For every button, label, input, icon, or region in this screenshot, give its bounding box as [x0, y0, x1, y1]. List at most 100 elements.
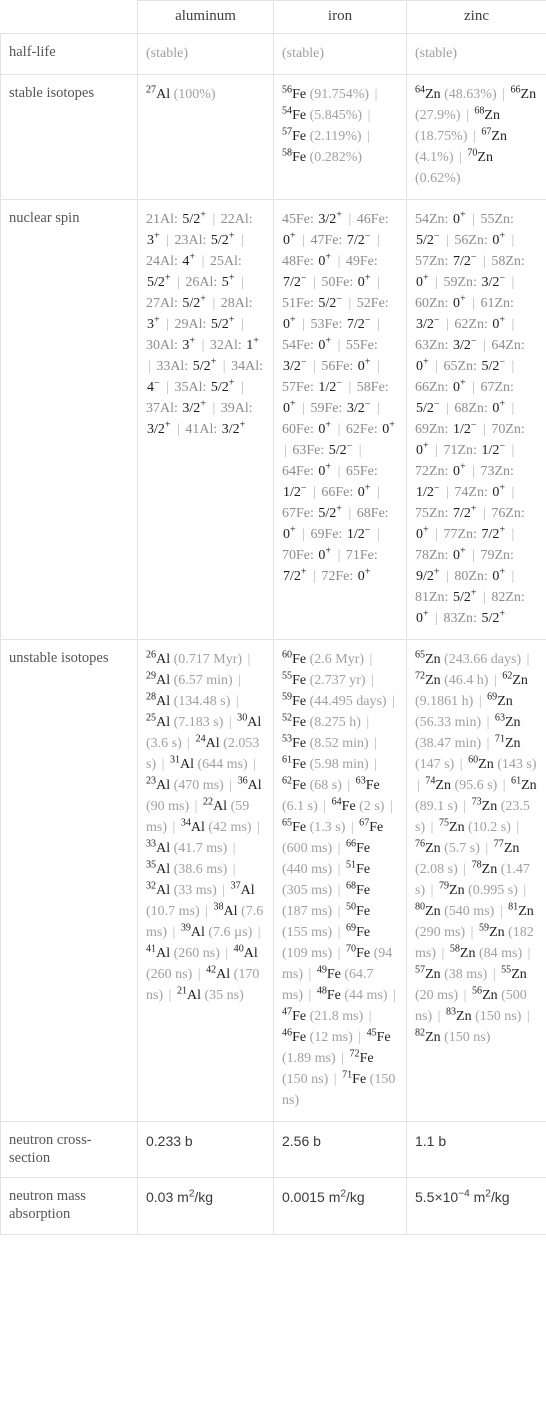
nuclear-spin-value: 3+: [147, 230, 160, 248]
isotope-token: 58Fe: [282, 148, 306, 165]
isotope-token: 51Fe: [346, 860, 370, 877]
isotope-symbol: Zn:: [468, 233, 488, 248]
isotope-mass-number: 47: [282, 1006, 293, 1018]
nuclear-spin-value: 0+: [318, 461, 332, 479]
item-separator: |: [485, 841, 489, 856]
isotope-mass-number: 35: [146, 859, 157, 871]
item-separator: |: [313, 569, 316, 584]
item-separator: |: [337, 338, 341, 353]
isotope-symbol: Al: [156, 715, 171, 730]
isotope-token: 52Fe:: [357, 296, 389, 311]
isotope-mass-number: 78: [415, 548, 429, 563]
isotope-symbol: Fe:: [359, 422, 378, 437]
item-separator: |: [371, 673, 374, 688]
isotope-value: (10.7 ms): [146, 904, 200, 919]
isotope-value: (46.4 h): [444, 673, 489, 688]
cell-half-life-zinc: (stable): [406, 33, 546, 75]
isotope-token: 67Fe:: [282, 506, 314, 521]
isotope-token: 79Zn: [439, 881, 465, 898]
isotope-token: 67Zn: [481, 126, 507, 144]
isotope-value: (5.98 min): [309, 757, 369, 772]
isotope-value: (48.63%): [444, 87, 497, 102]
nuclear-spin-value: 5/2+: [452, 587, 477, 605]
isotope-token: 37Al:: [146, 401, 178, 416]
item-separator: |: [348, 212, 352, 227]
isotope-symbol: Fe:: [335, 569, 354, 584]
isotope-value: (12 ms): [309, 1030, 353, 1045]
isotope-token: 48Fe: [317, 986, 341, 1003]
isotope-mass-number: 60: [282, 649, 293, 661]
isotope-mass-number: 68: [345, 880, 357, 892]
isotope-value: (5.845%): [309, 108, 363, 123]
isotope-mass-number: 81: [415, 590, 429, 605]
cell-nuclear-spin-zinc: 54Zn: 0+ | 55Zn: 5/2− | 56Zn: 0+ | 57Zn:…: [406, 199, 546, 640]
isotope-token: 66Zn: [510, 85, 536, 102]
isotope-token: 61Zn:: [480, 296, 513, 311]
nuclear-spin-value: 0+: [283, 524, 296, 542]
isotope-symbol: Fe:: [324, 233, 343, 248]
isotope-mass-number: 55: [480, 212, 495, 227]
nuclear-spin-value: 0+: [318, 545, 332, 563]
isotope-value: (9.1861 h): [415, 694, 474, 709]
isotope-mass-number: 28: [146, 691, 157, 703]
isotope-symbol: Zn:: [494, 296, 514, 311]
item-separator: |: [459, 150, 462, 165]
item-separator: |: [358, 443, 362, 458]
item-separator: |: [323, 799, 327, 814]
isotope-token: 73Zn: [472, 797, 498, 814]
isotope-token: 81Zn: [508, 902, 534, 919]
cell-stable-isotopes-aluminum: 27Al (100%): [137, 74, 274, 200]
item-separator: |: [313, 359, 316, 374]
isotope-symbol: Fe:: [296, 212, 314, 227]
isotope-symbol: Zn: [477, 150, 493, 165]
isotope-symbol: Al: [243, 946, 258, 961]
isotope-mass-number: 61: [282, 754, 293, 766]
isotope-mass-number: 54: [282, 105, 293, 117]
item-separator: |: [483, 338, 486, 353]
item-separator: |: [247, 652, 251, 667]
isotope-token: 35Al: [146, 859, 170, 877]
isotope-symbol: Fe:: [306, 443, 325, 458]
isotope-mass-number: 61: [480, 296, 495, 311]
isotope-mass-number: 47: [310, 233, 325, 248]
cell-nuclear-spin-aluminum: 21Al: 5/2+ | 22Al: 3+ | 23Al: 5/2+ | 24A…: [137, 199, 274, 640]
item-separator: |: [222, 359, 226, 374]
nuclear-spin-value: 3/2+: [221, 419, 246, 437]
isotope-token: 70Zn:: [491, 422, 524, 437]
item-separator: |: [347, 778, 351, 793]
isotope-token: 65Fe: [282, 818, 306, 835]
isotope-token: 70Fe:: [282, 548, 314, 563]
isotope-symbol: Zn:: [457, 359, 477, 374]
isotope-token: 64Fe:: [282, 464, 314, 479]
item-separator: |: [463, 799, 467, 814]
nuclear-spin-value: 4+: [182, 251, 196, 269]
isotope-value: (5.7 s): [444, 841, 480, 856]
item-separator: |: [446, 233, 449, 248]
isotope-symbol: Fe: [352, 1072, 367, 1087]
isotope-value: (8.52 min): [309, 736, 369, 751]
isotope-mass-number: 64: [282, 464, 296, 479]
isotope-mass-number: 34: [231, 359, 246, 374]
isotope-token: 31Al: [170, 755, 194, 772]
isotope-value: (38 ms): [444, 967, 488, 982]
item-separator: |: [228, 715, 232, 730]
item-separator: |: [435, 611, 438, 626]
isotope-mass-number: 63: [355, 775, 366, 787]
isotope-symbol: Zn: [435, 778, 451, 793]
isotope-mass-number: 67: [481, 126, 492, 138]
isotope-symbol: Zn: [482, 988, 498, 1003]
nuclear-spin-value: 7/2+: [452, 503, 477, 521]
isotope-token: 69Zn: [487, 692, 513, 709]
isotope-token: 33Al:: [156, 359, 188, 374]
isotope-value: (1.89 ms): [282, 1051, 336, 1066]
isotope-mass-number: 71: [345, 548, 360, 563]
isotope-token: 57Zn:: [415, 254, 448, 269]
isotope-token: 69Fe: [346, 923, 370, 940]
nuclear-spin-value: 0+: [357, 566, 371, 584]
nuclear-spin-value: 5/2+: [481, 608, 506, 626]
isotope-value: (8.275 h): [309, 715, 361, 730]
isotope-mass-number: 75: [438, 817, 450, 829]
isotope-mass-number: 65: [415, 649, 426, 661]
isotope-value: (18.75%): [415, 129, 468, 144]
isotope-mass-number: 65: [443, 359, 458, 374]
